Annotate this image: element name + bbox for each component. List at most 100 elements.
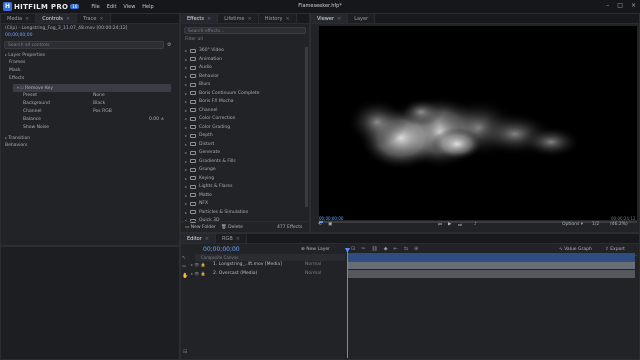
layer-row-2[interactable]: ▸ 👁 🔒 2. Overcast (Media) Normal: [189, 270, 345, 279]
tab-rgb[interactable]: RGB ×: [216, 234, 247, 243]
zoom-select[interactable]: 1/2: [592, 222, 599, 227]
main-menu: File Edit View Help: [91, 4, 153, 10]
section-behaviors[interactable]: Behaviors: [1, 142, 179, 150]
effects-filter[interactable]: Filter all: [181, 36, 309, 44]
tab-media[interactable]: Media ×: [1, 14, 37, 23]
effect-category-item[interactable]: ▸ Boris FX Mocha: [185, 98, 299, 105]
prev-frame-icon[interactable]: ⏮: [438, 222, 442, 228]
effect-category-item[interactable]: ▸ NFX: [185, 200, 299, 207]
effect-category-item[interactable]: ▸ Lights & Flares: [185, 183, 299, 190]
tab-layer[interactable]: Layer: [348, 14, 376, 23]
controls-timecode[interactable]: 00;00;00;00: [1, 32, 179, 40]
expand-icon[interactable]: ▸: [185, 98, 187, 105]
effect-category-item[interactable]: ▸ Boris Continuum Complete: [185, 90, 299, 97]
section-effects[interactable]: Effects: [1, 75, 179, 83]
viewer-canvas[interactable]: [319, 26, 637, 220]
effect-category-item[interactable]: ▸ Gradients & Fills: [185, 158, 299, 165]
editor-timecode[interactable]: 00;00;00;00: [203, 246, 240, 253]
maximize-icon[interactable]: □: [617, 2, 623, 9]
section-frames[interactable]: Frames: [1, 59, 179, 67]
expand-icon[interactable]: ▸: [185, 158, 187, 165]
controls-search-input[interactable]: Search all controls: [4, 41, 164, 49]
expand-icon[interactable]: ▸: [185, 200, 187, 207]
menu-file[interactable]: File: [91, 4, 99, 10]
prop-background[interactable]: Background Black: [1, 100, 179, 108]
effect-category-item[interactable]: ▸ Blurs: [185, 81, 299, 88]
expand-icon[interactable]: ▸: [185, 183, 187, 190]
close-icon[interactable]: ×: [631, 2, 636, 9]
tab-trace[interactable]: Trace ×: [77, 14, 111, 23]
tab-lifetime[interactable]: Lifetime ×: [218, 14, 259, 23]
hand-icon[interactable]: ✋: [182, 272, 190, 281]
expand-icon[interactable]: ▸: [185, 132, 187, 139]
effect-category-item[interactable]: ▸ Matte: [185, 192, 299, 199]
play-icon[interactable]: ▶: [448, 222, 451, 227]
tab-effects[interactable]: Effects ×: [181, 14, 219, 23]
effect-category-item[interactable]: ▸ Channel: [185, 107, 299, 114]
expand-icon[interactable]: ▸: [185, 192, 187, 199]
audio-icon[interactable]: ♪: [474, 222, 477, 227]
expand-icon[interactable]: ▸: [185, 107, 187, 114]
effect-category-item[interactable]: ▸ Generate: [185, 149, 299, 156]
expand-icon[interactable]: ▸: [185, 81, 187, 88]
effects-scrollbar[interactable]: [305, 47, 308, 207]
zoom-slider-icon[interactable]: ⊟: [183, 349, 187, 355]
effect-category-item[interactable]: ▸ Keying: [185, 175, 299, 182]
expand-icon[interactable]: ▸: [185, 149, 187, 156]
effect-category-item[interactable]: ▸ Depth: [185, 132, 299, 139]
expand-icon[interactable]: ▸: [185, 124, 187, 131]
expand-icon[interactable]: ▸: [185, 166, 187, 173]
effect-category-item[interactable]: ▸ Color Grading: [185, 124, 299, 131]
section-transition[interactable]: ▸ Transition: [1, 134, 179, 142]
layer-row-1[interactable]: ▸ 👁 🔒 1. Longstring_..ift.mov [Media] No…: [189, 261, 345, 270]
expand-icon[interactable]: ▸: [185, 90, 187, 97]
section-layer-properties[interactable]: ▸ Layer Properties: [1, 51, 179, 59]
tab-viewer[interactable]: Viewer ×: [311, 14, 349, 23]
delete-button[interactable]: 🗑 Delete: [221, 225, 243, 230]
prop-balance[interactable]: Balance 0.00 ±: [1, 116, 179, 124]
menu-help[interactable]: Help: [142, 4, 153, 10]
effect-category-item[interactable]: ▸ Particles & Simulation: [185, 209, 299, 216]
effect-remove-key[interactable]: ▾ ☑ Remove Key: [13, 84, 171, 92]
options-button[interactable]: Options ▾: [562, 222, 583, 227]
effect-category-item[interactable]: ▸ Animation: [185, 56, 299, 63]
expand-icon[interactable]: ▸: [185, 56, 187, 63]
effect-category-item[interactable]: ▸ Grunge: [185, 166, 299, 173]
timeline-playhead[interactable]: [347, 248, 348, 358]
tab-history[interactable]: History ×: [258, 14, 297, 23]
expand-icon[interactable]: ▸: [185, 141, 187, 148]
expand-icon[interactable]: ▸: [185, 115, 187, 122]
layer-2-clip[interactable]: [347, 270, 635, 278]
settings-icon[interactable]: ⚙: [167, 42, 171, 48]
snapshot-icon[interactable]: ▣: [328, 222, 332, 227]
minimize-icon[interactable]: –: [606, 2, 609, 9]
menu-edit[interactable]: Edit: [107, 4, 117, 10]
expand-icon[interactable]: ▸: [185, 64, 187, 71]
new-folder-button[interactable]: ▭ New Folder: [185, 225, 216, 230]
prop-channel[interactable]: Channel Pos RGB: [1, 108, 179, 116]
select-icon[interactable]: ↖: [182, 254, 190, 263]
slice-icon[interactable]: ✂: [182, 263, 190, 272]
section-mask[interactable]: Mask: [1, 67, 179, 75]
expand-icon[interactable]: ▸: [185, 209, 187, 216]
effect-category-item[interactable]: ▸ Distort: [185, 141, 299, 148]
expand-icon[interactable]: ▸: [185, 73, 187, 80]
effects-search-input[interactable]: Search effects...: [184, 27, 306, 34]
loop-icon[interactable]: ⟲: [318, 222, 322, 227]
composite-track-bar[interactable]: [347, 253, 635, 262]
expand-icon[interactable]: ▸: [185, 175, 187, 182]
menu-view[interactable]: View: [123, 4, 135, 10]
prop-show-noise[interactable]: Show Noise: [1, 124, 179, 132]
tab-editor[interactable]: Editor ×: [181, 234, 217, 243]
layer-1-clip[interactable]: [347, 262, 635, 269]
tab-controls[interactable]: Controls ×: [36, 14, 78, 23]
effect-category-item[interactable]: ▸ Audio: [185, 64, 299, 71]
effect-category-item[interactable]: ▸ 360° Video: [185, 47, 299, 54]
new-layer-button[interactable]: ⊕ New Layer: [301, 247, 330, 252]
fit-select[interactable]: (46.2%): [610, 222, 628, 227]
expand-icon[interactable]: ▸: [185, 47, 187, 54]
effect-category-item[interactable]: ▸ Behavior: [185, 73, 299, 80]
effect-category-item[interactable]: ▸ Color Correction: [185, 115, 299, 122]
next-frame-icon[interactable]: ⏭: [458, 222, 462, 228]
prop-preset[interactable]: Preset None: [1, 92, 179, 100]
